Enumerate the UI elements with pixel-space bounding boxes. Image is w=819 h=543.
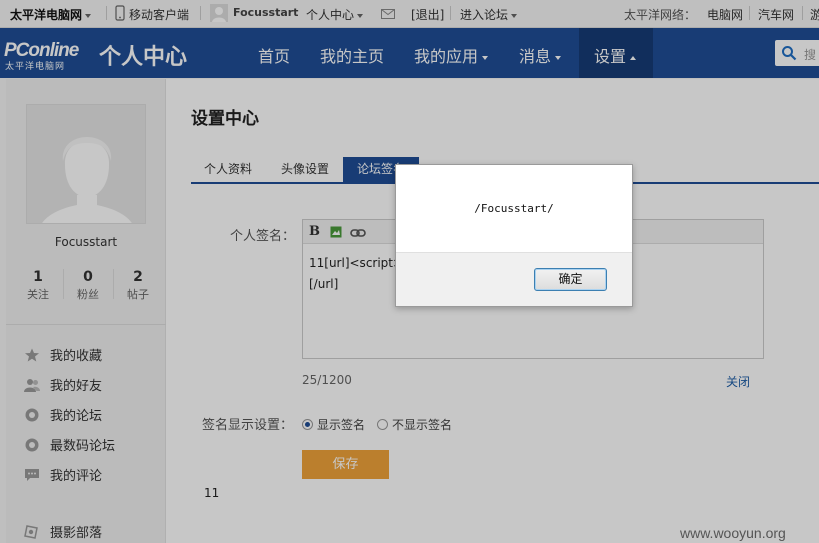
alert-dialog: /Focusstart/ 确定 [395,164,633,307]
ok-button[interactable]: 确定 [534,268,607,291]
watermark: www.wooyun.org [680,525,786,541]
alert-message: /Focusstart/ [474,202,554,215]
alert-footer: 确定 [396,252,632,306]
